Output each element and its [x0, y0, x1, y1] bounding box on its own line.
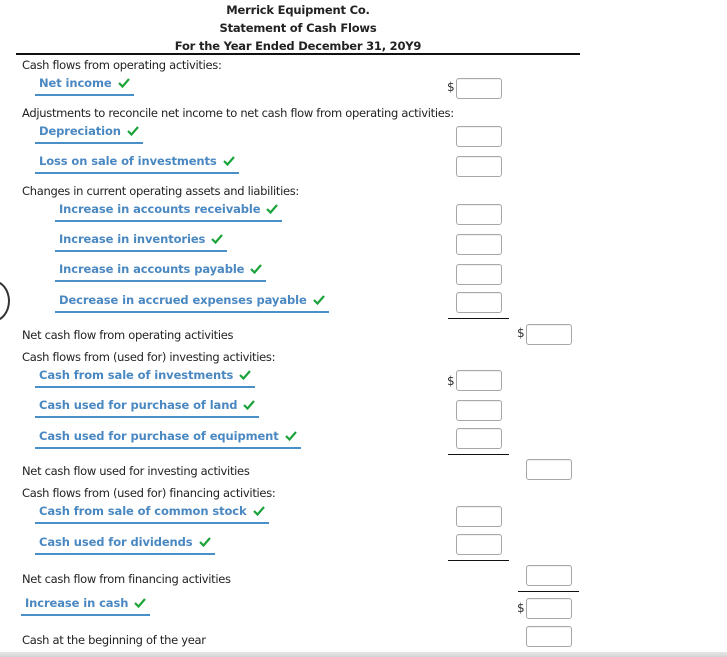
checkmark-icon — [239, 370, 252, 380]
checkmark-icon — [222, 156, 235, 166]
dividends-input[interactable] — [456, 534, 502, 555]
dollar-sign: $ — [517, 326, 525, 340]
partial-circle-decoration — [0, 280, 10, 322]
checkmark-icon — [211, 234, 224, 244]
checkmark-icon — [312, 295, 325, 305]
select-accrued-expenses[interactable]: Decrease in accrued expenses payable — [55, 293, 329, 313]
header-rule — [16, 53, 580, 55]
select-increase-in-cash[interactable]: Increase in cash — [21, 596, 151, 616]
net-operating-input[interactable] — [526, 324, 572, 345]
statement-period: For the Year Ended December 31, 20Y9 — [174, 39, 422, 53]
purchase-land-input[interactable] — [456, 400, 502, 421]
select-accounts-payable[interactable]: Increase in accounts payable — [55, 262, 267, 282]
beginning-cash-label: Cash at the beginning of the year — [22, 633, 206, 647]
checkmark-icon — [250, 264, 263, 274]
inventories-input[interactable] — [456, 234, 502, 255]
financing-heading: Cash flows from (used for) financing act… — [22, 486, 276, 500]
accounts-receivable-input[interactable] — [456, 204, 502, 225]
select-inventories[interactable]: Increase in inventories — [55, 232, 228, 252]
sale-investments-input[interactable] — [456, 370, 502, 391]
select-net-income[interactable]: Net income — [35, 76, 134, 96]
subtotal-rule — [448, 318, 509, 319]
net-investing-input[interactable] — [526, 459, 572, 480]
net-income-input[interactable] — [456, 78, 502, 99]
statement-title: Statement of Cash Flows — [219, 21, 377, 35]
subtotal-rule — [448, 454, 509, 455]
changes-heading: Changes in current operating assets and … — [22, 184, 300, 198]
net-financing-input[interactable] — [526, 565, 572, 586]
select-label: Increase in cash — [25, 596, 129, 610]
select-accounts-receivable[interactable]: Increase in accounts receivable — [55, 202, 283, 222]
select-label: Net income — [39, 76, 112, 90]
select-depreciation[interactable]: Depreciation — [35, 124, 143, 144]
net-financing-label: Net cash flow from financing activities — [22, 572, 231, 586]
checkmark-icon — [243, 400, 256, 410]
dollar-sign: $ — [447, 374, 455, 388]
select-label: Decrease in accrued expenses payable — [59, 293, 307, 307]
select-loss-on-sale[interactable]: Loss on sale of investments — [35, 154, 239, 174]
checkmark-icon — [266, 204, 279, 214]
select-purchase-of-equipment[interactable]: Cash used for purchase of equipment — [35, 429, 301, 449]
checkmark-icon — [127, 126, 139, 136]
dollar-sign: $ — [517, 601, 525, 615]
select-label: Increase in accounts receivable — [59, 202, 261, 216]
investing-heading: Cash flows from (used for) investing act… — [22, 350, 276, 364]
dollar-sign: $ — [447, 80, 455, 94]
select-label: Cash used for purchase of equipment — [39, 429, 279, 443]
checkmark-icon — [117, 78, 130, 88]
sale-stock-input[interactable] — [456, 506, 502, 527]
select-label: Cash used for purchase of land — [39, 398, 238, 412]
select-sale-of-investments[interactable]: Cash from sale of investments — [35, 368, 256, 388]
select-label: Loss on sale of investments — [39, 154, 217, 168]
select-label: Cash from sale of investments — [39, 368, 234, 382]
accrued-expenses-input[interactable] — [456, 292, 502, 313]
adjustments-heading: Adjustments to reconcile net income to n… — [22, 106, 454, 120]
select-sale-of-common-stock[interactable]: Cash from sale of common stock — [35, 504, 269, 524]
accounts-payable-input[interactable] — [456, 264, 502, 285]
select-label: Increase in inventories — [59, 232, 206, 246]
loss-on-sale-input[interactable] — [456, 156, 502, 177]
horizontal-scrollbar[interactable] — [0, 652, 727, 657]
beginning-cash-input[interactable] — [526, 626, 572, 647]
company-name: Merrick Equipment Co. — [226, 3, 370, 17]
operating-heading: Cash flows from operating activities: — [22, 58, 222, 72]
subtotal-rule — [448, 560, 509, 561]
checkmark-icon — [134, 598, 147, 608]
net-operating-label: Net cash flow from operating activities — [22, 328, 234, 342]
select-label: Depreciation — [39, 124, 121, 138]
select-label: Cash used for dividends — [39, 535, 193, 549]
select-dividends[interactable]: Cash used for dividends — [35, 535, 215, 555]
purchase-equipment-input[interactable] — [456, 428, 502, 449]
select-purchase-of-land[interactable]: Cash used for purchase of land — [35, 398, 260, 418]
increase-cash-input[interactable] — [526, 598, 572, 619]
total-rule — [518, 591, 579, 592]
select-label: Increase in accounts payable — [59, 262, 245, 276]
checkmark-icon — [252, 506, 265, 516]
checkmark-icon — [198, 537, 211, 547]
depreciation-input[interactable] — [456, 126, 502, 147]
net-investing-label: Net cash flow used for investing activit… — [22, 464, 250, 478]
select-label: Cash from sale of common stock — [39, 504, 247, 518]
checkmark-icon — [284, 431, 297, 441]
